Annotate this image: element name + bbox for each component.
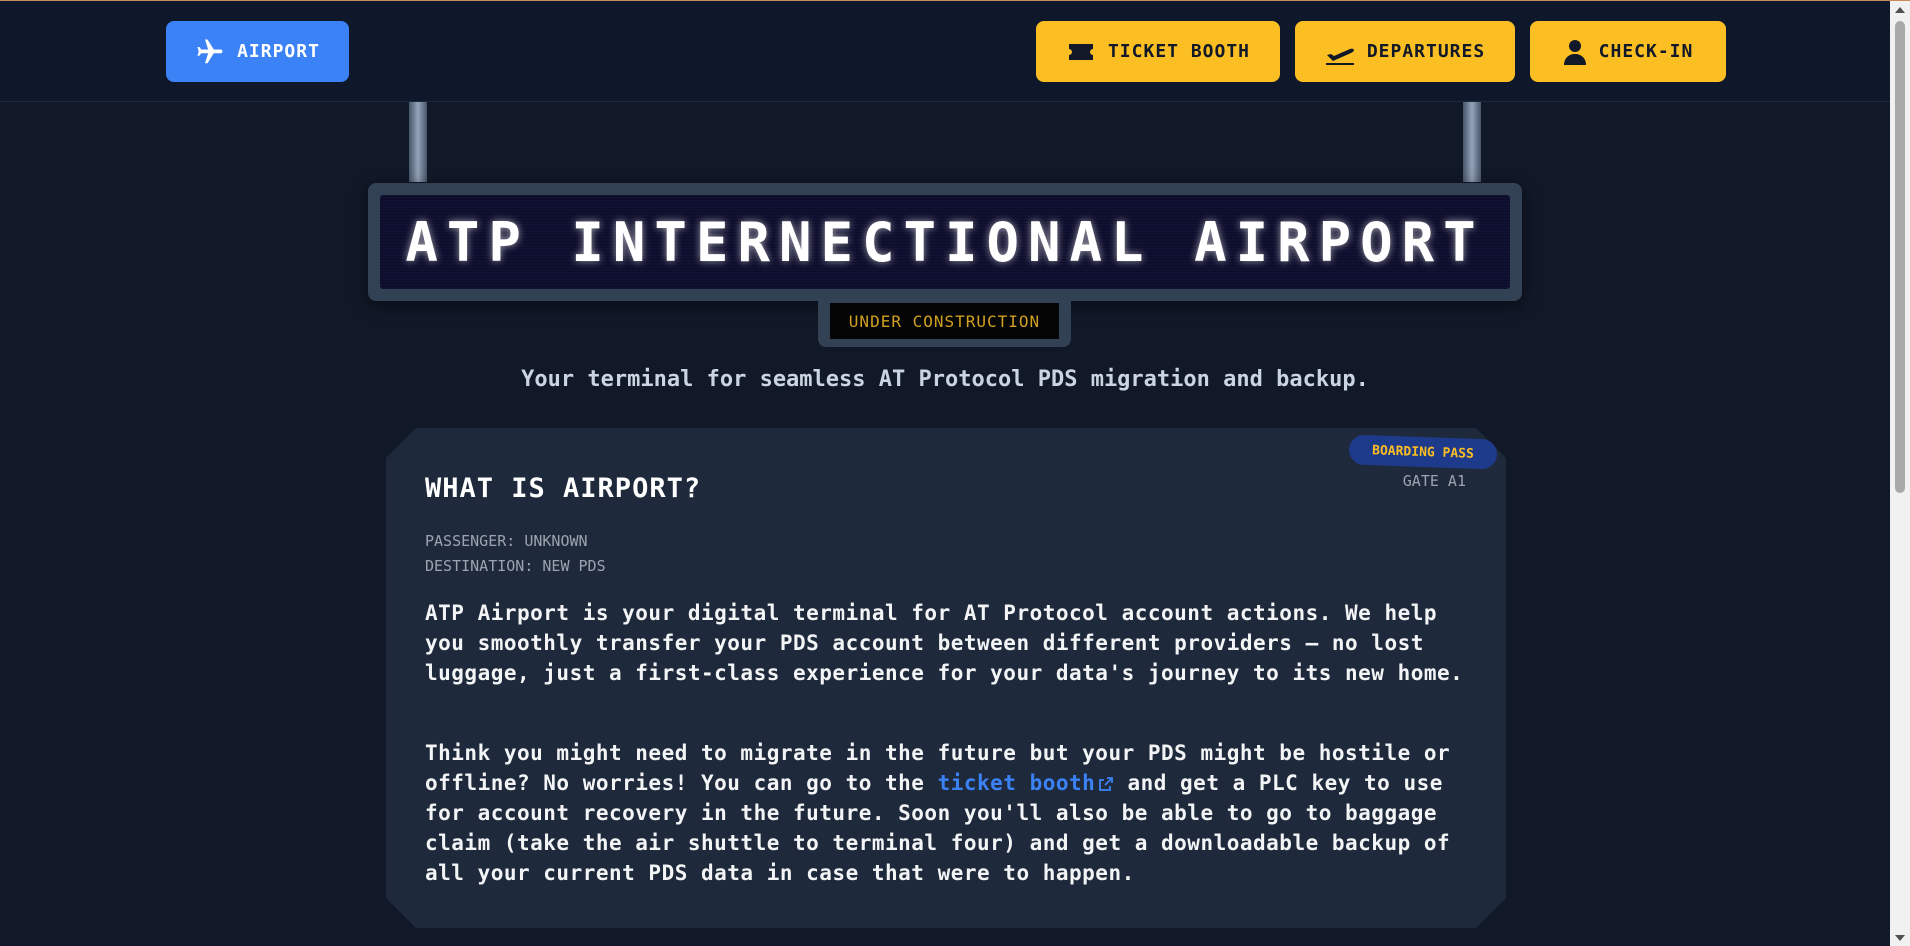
scrollbar[interactable] bbox=[1890, 1, 1910, 946]
airplane-icon bbox=[197, 39, 223, 63]
recovery-paragraph: Think you might need to migrate in the f… bbox=[425, 738, 1471, 888]
sign-post-left bbox=[409, 102, 427, 182]
ticket-booth-label: TICKET BOOTH bbox=[1107, 41, 1251, 62]
sign-post-right bbox=[1463, 102, 1481, 182]
top-navbar: AIRPORT TICKET BOOTH DEPARTURES CHECK-IN bbox=[0, 1, 1890, 102]
check-in-label: CHECK-IN bbox=[1598, 41, 1694, 62]
departures-label: DEPARTURES bbox=[1366, 41, 1486, 62]
user-icon bbox=[1563, 39, 1586, 65]
home-button[interactable]: AIRPORT bbox=[166, 21, 349, 82]
home-button-label: AIRPORT bbox=[237, 41, 320, 62]
destination-label: DESTINATION: NEW PDS bbox=[425, 557, 606, 575]
airport-sign: ATP INTERNECTIONAL AIRPORT bbox=[368, 183, 1522, 301]
status-badge: UNDER CONSTRUCTION bbox=[830, 303, 1059, 339]
ticket-icon bbox=[1068, 43, 1093, 60]
scrollbar-thumb[interactable] bbox=[1895, 21, 1905, 493]
sign-display: ATP INTERNECTIONAL AIRPORT bbox=[380, 195, 1510, 289]
departures-button[interactable]: DEPARTURES bbox=[1295, 21, 1515, 82]
gate-label: GATE A1 bbox=[1402, 472, 1466, 490]
ticket-booth-button[interactable]: TICKET BOOTH bbox=[1036, 21, 1280, 82]
plane-departure-icon bbox=[1325, 48, 1354, 65]
status-sign: UNDER CONSTRUCTION bbox=[818, 301, 1071, 347]
check-in-button[interactable]: CHECK-IN bbox=[1530, 21, 1726, 82]
page-title: ATP INTERNECTIONAL AIRPORT bbox=[405, 210, 1485, 274]
scroll-down-arrow-icon[interactable] bbox=[1895, 935, 1905, 941]
card-title: WHAT IS AIRPORT? bbox=[425, 473, 702, 504]
external-link-icon bbox=[1099, 777, 1114, 791]
scroll-up-arrow-icon[interactable] bbox=[1895, 7, 1905, 13]
tagline: Your terminal for seamless AT Protocol P… bbox=[521, 367, 1369, 392]
intro-paragraph: ATP Airport is your digital terminal for… bbox=[425, 601, 1464, 685]
ticket-booth-link-label: ticket booth bbox=[937, 771, 1096, 795]
boarding-pass-badge: BOARDING PASS bbox=[1348, 434, 1498, 470]
ticket-booth-link[interactable]: ticket booth bbox=[938, 771, 1115, 795]
passenger-label: PASSENGER: UNKNOWN bbox=[425, 532, 588, 550]
